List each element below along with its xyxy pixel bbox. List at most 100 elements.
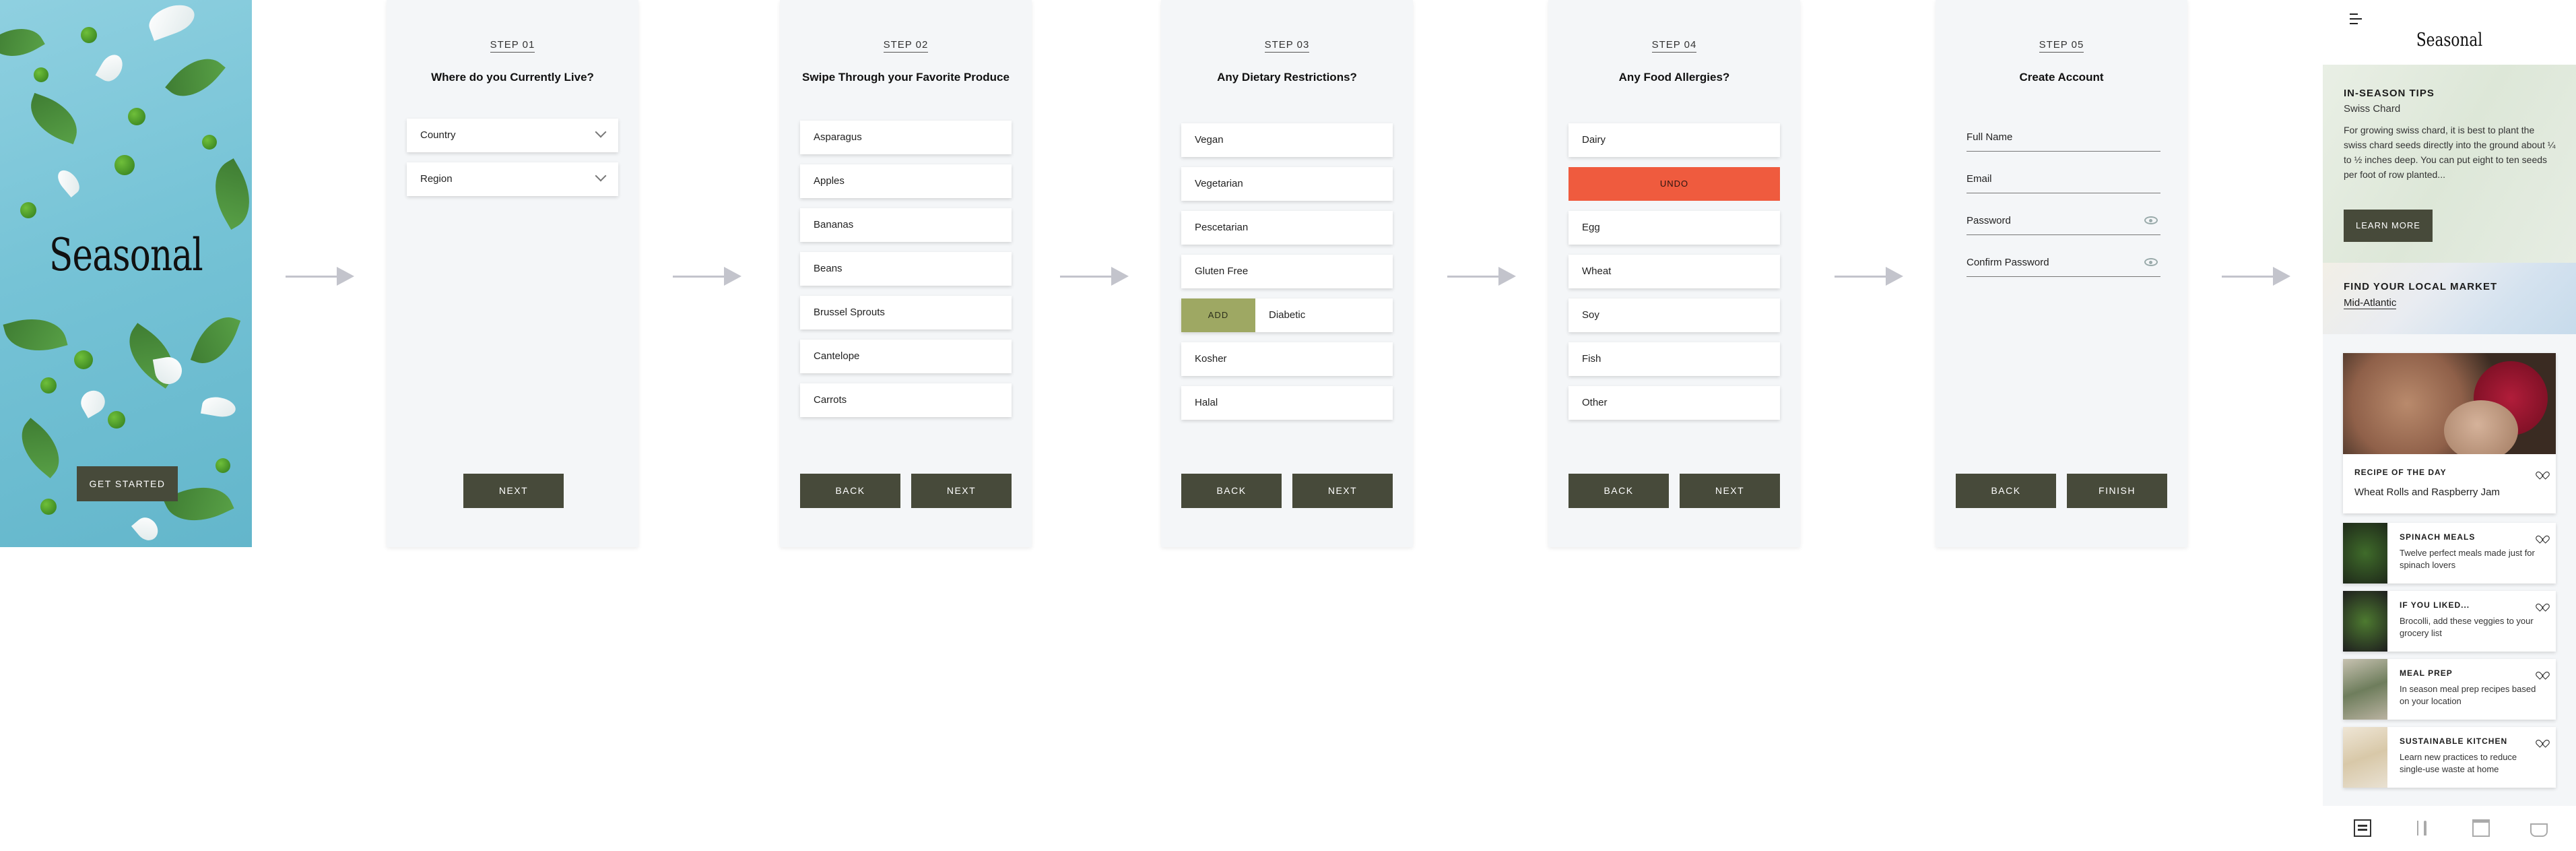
chevron-down-icon [595, 126, 607, 138]
allergy-item[interactable]: Dairy [1568, 123, 1780, 157]
cream-decoration [76, 386, 110, 418]
restriction-item[interactable]: Halal [1181, 386, 1393, 420]
produce-item[interactable]: Apples [800, 164, 1012, 198]
produce-item[interactable]: Carrots [800, 383, 1012, 417]
full-name-field[interactable]: Full Name [1967, 125, 2160, 152]
add-swipe-action[interactable]: ADD [1181, 298, 1255, 332]
heart-icon[interactable] [2538, 668, 2546, 675]
kitchen-image [2343, 727, 2387, 788]
produce-item[interactable]: Brussel Sprouts [800, 296, 1012, 329]
card-title: SUSTAINABLE KITCHEN [2400, 736, 2508, 746]
restriction-item[interactable]: Pescetarian [1181, 211, 1393, 245]
flow-arrow-icon [286, 267, 356, 286]
learn-more-button[interactable]: LEARN MORE [2344, 210, 2433, 242]
pea-decoration [74, 350, 93, 369]
back-button[interactable]: BACK [1956, 474, 2056, 508]
step-label: STEP 02 [780, 39, 1032, 53]
mint-leaf-decoration [3, 309, 68, 360]
basket-icon[interactable] [2530, 823, 2548, 837]
calendar-icon[interactable] [2472, 819, 2490, 837]
step-title: Where do you Currently Live? [431, 71, 594, 84]
next-button[interactable]: NEXT [463, 474, 564, 508]
wheat-roll-image [2444, 400, 2518, 454]
recipe-of-the-day-card[interactable]: RECIPE OF THE DAY Wheat Rolls and Raspbe… [2343, 353, 2556, 513]
step-title: Any Dietary Restrictions? [1217, 71, 1357, 84]
confirm-password-field[interactable]: Confirm Password [1967, 251, 2160, 277]
flow-arrow-icon [2222, 267, 2292, 286]
home-icon[interactable] [2354, 819, 2371, 837]
flow-arrow-icon [1835, 267, 1905, 286]
step-02-screen: STEP 02 Swipe Through your Favorite Prod… [780, 0, 1032, 547]
next-button[interactable]: NEXT [911, 474, 1012, 508]
restriction-item[interactable]: Vegetarian [1181, 167, 1393, 201]
produce-item[interactable]: Beans [800, 252, 1012, 286]
step-number: STEP 03 [1264, 39, 1310, 53]
card-title: SPINACH MEALS [2400, 532, 2476, 542]
step-title: Any Food Allergies? [1618, 71, 1730, 84]
pea-decoration [40, 377, 57, 393]
country-dropdown[interactable]: Country [407, 119, 618, 152]
next-button[interactable]: NEXT [1292, 474, 1393, 508]
home-logo: Seasonal [2416, 30, 2483, 51]
mint-leaf-decoration [165, 46, 226, 109]
back-button[interactable]: BACK [1568, 474, 1669, 508]
card-title: MEAL PREP [2400, 668, 2453, 678]
pea-decoration [216, 458, 230, 473]
heart-icon[interactable] [2538, 468, 2546, 475]
broccoli-image [2343, 591, 2387, 652]
tips-subtitle: Swiss Chard [2344, 103, 2401, 115]
allergy-item[interactable]: Wheat [1568, 255, 1780, 288]
content-card[interactable]: IF YOU LIKED... Brocolli, add these vegg… [2343, 591, 2556, 652]
email-field[interactable]: Email [1967, 167, 2160, 193]
password-field[interactable]: Password [1967, 209, 2160, 235]
pea-decoration [34, 67, 48, 82]
pea-decoration [108, 411, 125, 429]
card-description: Brocolli, add these veggies to your groc… [2400, 616, 2534, 638]
restriction-item-swiped[interactable]: ADD Diabetic [1181, 298, 1393, 332]
allergy-item[interactable]: Fish [1568, 342, 1780, 376]
mint-leaf-decoration [0, 17, 45, 68]
cream-decoration [200, 394, 238, 420]
allergy-item[interactable]: Egg [1568, 211, 1780, 245]
pea-decoration [114, 155, 135, 175]
allergy-item[interactable]: Other [1568, 386, 1780, 420]
utensils-icon[interactable] [2413, 819, 2431, 837]
dropdown-label: Region [420, 173, 453, 185]
restriction-item[interactable]: Kosher [1181, 342, 1393, 376]
produce-item[interactable]: Cantelope [800, 340, 1012, 373]
cream-decoration [53, 166, 84, 198]
region-dropdown[interactable]: Region [407, 162, 618, 196]
flow-arrow-icon [1060, 267, 1130, 286]
meal-prep-image [2343, 659, 2387, 720]
eye-icon[interactable] [2144, 216, 2158, 224]
content-card[interactable]: MEAL PREP In season meal prep recipes ba… [2343, 659, 2556, 720]
step-label: STEP 03 [1161, 39, 1413, 53]
menu-icon[interactable] [2350, 13, 2362, 27]
undo-button[interactable]: UNDO [1568, 167, 1780, 201]
content-card[interactable]: SUSTAINABLE KITCHEN Learn new practices … [2343, 727, 2556, 788]
back-button[interactable]: BACK [1181, 474, 1282, 508]
finish-button[interactable]: FINISH [2067, 474, 2167, 508]
eye-icon[interactable] [2144, 258, 2158, 266]
produce-item[interactable]: Asparagus [800, 121, 1012, 154]
market-region-link[interactable]: Mid-Atlantic [2344, 297, 2397, 309]
heart-icon[interactable] [2538, 532, 2546, 539]
allergy-item[interactable]: Soy [1568, 298, 1780, 332]
get-started-button[interactable]: GET STARTED [77, 466, 178, 501]
pea-decoration [128, 108, 145, 125]
heart-icon[interactable] [2538, 736, 2546, 743]
step-number: STEP 01 [490, 39, 535, 53]
content-card[interactable]: SPINACH MEALS Twelve perfect meals made … [2343, 523, 2556, 584]
tips-body: For growing swiss chard, it is best to p… [2344, 125, 2556, 180]
pea-decoration [40, 499, 57, 515]
next-button[interactable]: NEXT [1680, 474, 1780, 508]
market-title: FIND YOUR LOCAL MARKET [2344, 281, 2498, 292]
back-button[interactable]: BACK [800, 474, 900, 508]
restriction-item[interactable]: Gluten Free [1181, 255, 1393, 288]
produce-item[interactable]: Bananas [800, 208, 1012, 242]
spinach-image [2343, 523, 2387, 584]
mint-leaf-decoration [9, 418, 72, 478]
heart-icon[interactable] [2538, 600, 2546, 607]
flow-arrow-icon [1447, 267, 1517, 286]
restriction-item[interactable]: Vegan [1181, 123, 1393, 157]
